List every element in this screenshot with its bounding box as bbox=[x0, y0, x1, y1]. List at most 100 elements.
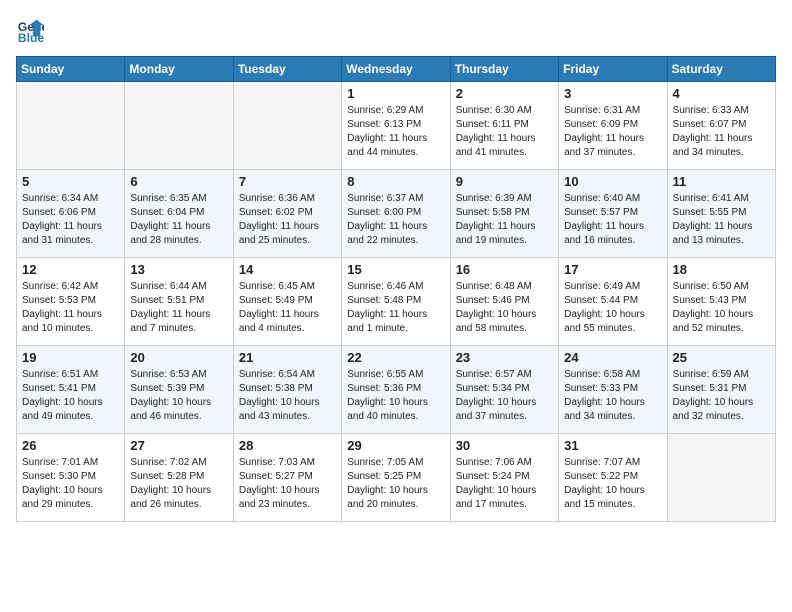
calendar-cell: 19 Sunrise: 6:51 AM Sunset: 5:41 PM Dayli… bbox=[17, 346, 125, 434]
calendar-cell: 4 Sunrise: 6:33 AM Sunset: 6:07 PM Daylig… bbox=[667, 82, 775, 170]
calendar-cell: 17 Sunrise: 6:49 AM Sunset: 5:44 PM Dayli… bbox=[559, 258, 667, 346]
day-info: Sunrise: 6:41 AM Sunset: 5:55 PM Dayligh… bbox=[673, 192, 770, 248]
calendar-cell bbox=[233, 82, 341, 170]
day-number: 26 bbox=[22, 438, 119, 453]
page-header: General Blue bbox=[16, 16, 776, 44]
day-number: 28 bbox=[239, 438, 336, 453]
weekday-header-monday: Monday bbox=[125, 57, 233, 82]
day-info: Sunrise: 6:39 AM Sunset: 5:58 PM Dayligh… bbox=[456, 192, 553, 248]
weekday-header-friday: Friday bbox=[559, 57, 667, 82]
day-info: Sunrise: 6:40 AM Sunset: 5:57 PM Dayligh… bbox=[564, 192, 661, 248]
weekday-header-tuesday: Tuesday bbox=[233, 57, 341, 82]
day-info: Sunrise: 6:59 AM Sunset: 5:31 PM Dayligh… bbox=[673, 368, 770, 424]
day-info: Sunrise: 6:50 AM Sunset: 5:43 PM Dayligh… bbox=[673, 280, 770, 336]
day-number: 7 bbox=[239, 174, 336, 189]
day-number: 20 bbox=[130, 350, 227, 365]
day-info: Sunrise: 6:33 AM Sunset: 6:07 PM Dayligh… bbox=[673, 104, 770, 160]
calendar-cell: 1Sunrise: 6:29 AM Sunset: 6:13 PM Daylig… bbox=[342, 82, 450, 170]
calendar-cell: 3 Sunrise: 6:31 AM Sunset: 6:09 PM Daylig… bbox=[559, 82, 667, 170]
day-info: Sunrise: 7:01 AM Sunset: 5:30 PM Dayligh… bbox=[22, 456, 119, 512]
calendar-cell: 11 Sunrise: 6:41 AM Sunset: 5:55 PM Dayli… bbox=[667, 170, 775, 258]
day-number: 21 bbox=[239, 350, 336, 365]
calendar-cell: 2 Sunrise: 6:30 AM Sunset: 6:11 PM Daylig… bbox=[450, 82, 558, 170]
week-row-3: 12Sunrise: 6:42 AM Sunset: 5:53 PM Dayli… bbox=[17, 258, 776, 346]
calendar-cell: 20 Sunrise: 6:53 AM Sunset: 5:39 PM Dayli… bbox=[125, 346, 233, 434]
calendar-cell: 25 Sunrise: 6:59 AM Sunset: 5:31 PM Dayli… bbox=[667, 346, 775, 434]
day-info: Sunrise: 7:02 AM Sunset: 5:28 PM Dayligh… bbox=[130, 456, 227, 512]
calendar-cell: 29 Sunrise: 7:05 AM Sunset: 5:25 PM Dayli… bbox=[342, 434, 450, 522]
calendar-cell: 7 Sunrise: 6:36 AM Sunset: 6:02 PM Daylig… bbox=[233, 170, 341, 258]
day-number: 16 bbox=[456, 262, 553, 277]
calendar-cell: 15Sunrise: 6:46 AM Sunset: 5:48 PM Dayli… bbox=[342, 258, 450, 346]
calendar-cell: 24Sunrise: 6:58 AM Sunset: 5:33 PM Dayli… bbox=[559, 346, 667, 434]
day-number: 3 bbox=[564, 86, 661, 101]
day-number: 17 bbox=[564, 262, 661, 277]
day-info: Sunrise: 6:30 AM Sunset: 6:11 PM Dayligh… bbox=[456, 104, 553, 160]
weekday-header-wednesday: Wednesday bbox=[342, 57, 450, 82]
calendar-table: SundayMondayTuesdayWednesdayThursdayFrid… bbox=[16, 56, 776, 522]
day-number: 1 bbox=[347, 86, 444, 101]
day-number: 11 bbox=[673, 174, 770, 189]
day-info: Sunrise: 6:48 AM Sunset: 5:46 PM Dayligh… bbox=[456, 280, 553, 336]
weekday-header-sunday: Sunday bbox=[17, 57, 125, 82]
calendar-cell: 8 Sunrise: 6:37 AM Sunset: 6:00 PM Daylig… bbox=[342, 170, 450, 258]
calendar-cell: 26 Sunrise: 7:01 AM Sunset: 5:30 PM Dayli… bbox=[17, 434, 125, 522]
calendar-cell: 28Sunrise: 7:03 AM Sunset: 5:27 PM Dayli… bbox=[233, 434, 341, 522]
calendar-cell bbox=[667, 434, 775, 522]
weekday-header-saturday: Saturday bbox=[667, 57, 775, 82]
calendar-cell: 6 Sunrise: 6:35 AM Sunset: 6:04 PM Daylig… bbox=[125, 170, 233, 258]
day-number: 15 bbox=[347, 262, 444, 277]
week-row-4: 19 Sunrise: 6:51 AM Sunset: 5:41 PM Dayli… bbox=[17, 346, 776, 434]
day-number: 2 bbox=[456, 86, 553, 101]
day-info: Sunrise: 6:55 AM Sunset: 5:36 PM Dayligh… bbox=[347, 368, 444, 424]
day-number: 30 bbox=[456, 438, 553, 453]
day-info: Sunrise: 6:54 AM Sunset: 5:38 PM Dayligh… bbox=[239, 368, 336, 424]
day-number: 22 bbox=[347, 350, 444, 365]
day-number: 14 bbox=[239, 262, 336, 277]
calendar-cell: 23 Sunrise: 6:57 AM Sunset: 5:34 PM Dayli… bbox=[450, 346, 558, 434]
day-info: Sunrise: 6:51 AM Sunset: 5:41 PM Dayligh… bbox=[22, 368, 119, 424]
calendar-cell: 12Sunrise: 6:42 AM Sunset: 5:53 PM Dayli… bbox=[17, 258, 125, 346]
day-info: Sunrise: 6:36 AM Sunset: 6:02 PM Dayligh… bbox=[239, 192, 336, 248]
day-number: 29 bbox=[347, 438, 444, 453]
day-info: Sunrise: 6:57 AM Sunset: 5:34 PM Dayligh… bbox=[456, 368, 553, 424]
calendar-cell: 10 Sunrise: 6:40 AM Sunset: 5:57 PM Dayli… bbox=[559, 170, 667, 258]
day-info: Sunrise: 7:05 AM Sunset: 5:25 PM Dayligh… bbox=[347, 456, 444, 512]
day-number: 18 bbox=[673, 262, 770, 277]
calendar-cell: 21 Sunrise: 6:54 AM Sunset: 5:38 PM Dayli… bbox=[233, 346, 341, 434]
day-number: 25 bbox=[673, 350, 770, 365]
calendar-cell: 31Sunrise: 7:07 AM Sunset: 5:22 PM Dayli… bbox=[559, 434, 667, 522]
day-info: Sunrise: 6:49 AM Sunset: 5:44 PM Dayligh… bbox=[564, 280, 661, 336]
calendar-cell bbox=[17, 82, 125, 170]
weekday-header-thursday: Thursday bbox=[450, 57, 558, 82]
calendar-cell: 22 Sunrise: 6:55 AM Sunset: 5:36 PM Dayli… bbox=[342, 346, 450, 434]
calendar-cell: 14Sunrise: 6:45 AM Sunset: 5:49 PM Dayli… bbox=[233, 258, 341, 346]
day-number: 12 bbox=[22, 262, 119, 277]
calendar-cell bbox=[125, 82, 233, 170]
day-number: 27 bbox=[130, 438, 227, 453]
calendar-cell: 30 Sunrise: 7:06 AM Sunset: 5:24 PM Dayli… bbox=[450, 434, 558, 522]
day-number: 23 bbox=[456, 350, 553, 365]
weekday-header-row: SundayMondayTuesdayWednesdayThursdayFrid… bbox=[17, 57, 776, 82]
day-info: Sunrise: 6:34 AM Sunset: 6:06 PM Dayligh… bbox=[22, 192, 119, 248]
day-number: 19 bbox=[22, 350, 119, 365]
calendar-cell: 13Sunrise: 6:44 AM Sunset: 5:51 PM Dayli… bbox=[125, 258, 233, 346]
day-number: 9 bbox=[456, 174, 553, 189]
week-row-2: 5 Sunrise: 6:34 AM Sunset: 6:06 PM Daylig… bbox=[17, 170, 776, 258]
day-info: Sunrise: 6:31 AM Sunset: 6:09 PM Dayligh… bbox=[564, 104, 661, 160]
day-number: 5 bbox=[22, 174, 119, 189]
day-number: 4 bbox=[673, 86, 770, 101]
day-info: Sunrise: 6:37 AM Sunset: 6:00 PM Dayligh… bbox=[347, 192, 444, 248]
day-info: Sunrise: 6:35 AM Sunset: 6:04 PM Dayligh… bbox=[130, 192, 227, 248]
logo: General Blue bbox=[16, 16, 48, 44]
day-info: Sunrise: 6:44 AM Sunset: 5:51 PM Dayligh… bbox=[130, 280, 227, 336]
day-info: Sunrise: 7:06 AM Sunset: 5:24 PM Dayligh… bbox=[456, 456, 553, 512]
day-number: 10 bbox=[564, 174, 661, 189]
calendar-cell: 5 Sunrise: 6:34 AM Sunset: 6:06 PM Daylig… bbox=[17, 170, 125, 258]
day-number: 8 bbox=[347, 174, 444, 189]
day-info: Sunrise: 6:58 AM Sunset: 5:33 PM Dayligh… bbox=[564, 368, 661, 424]
day-number: 31 bbox=[564, 438, 661, 453]
day-number: 6 bbox=[130, 174, 227, 189]
logo-icon: General Blue bbox=[16, 16, 44, 44]
day-info: Sunrise: 6:53 AM Sunset: 5:39 PM Dayligh… bbox=[130, 368, 227, 424]
